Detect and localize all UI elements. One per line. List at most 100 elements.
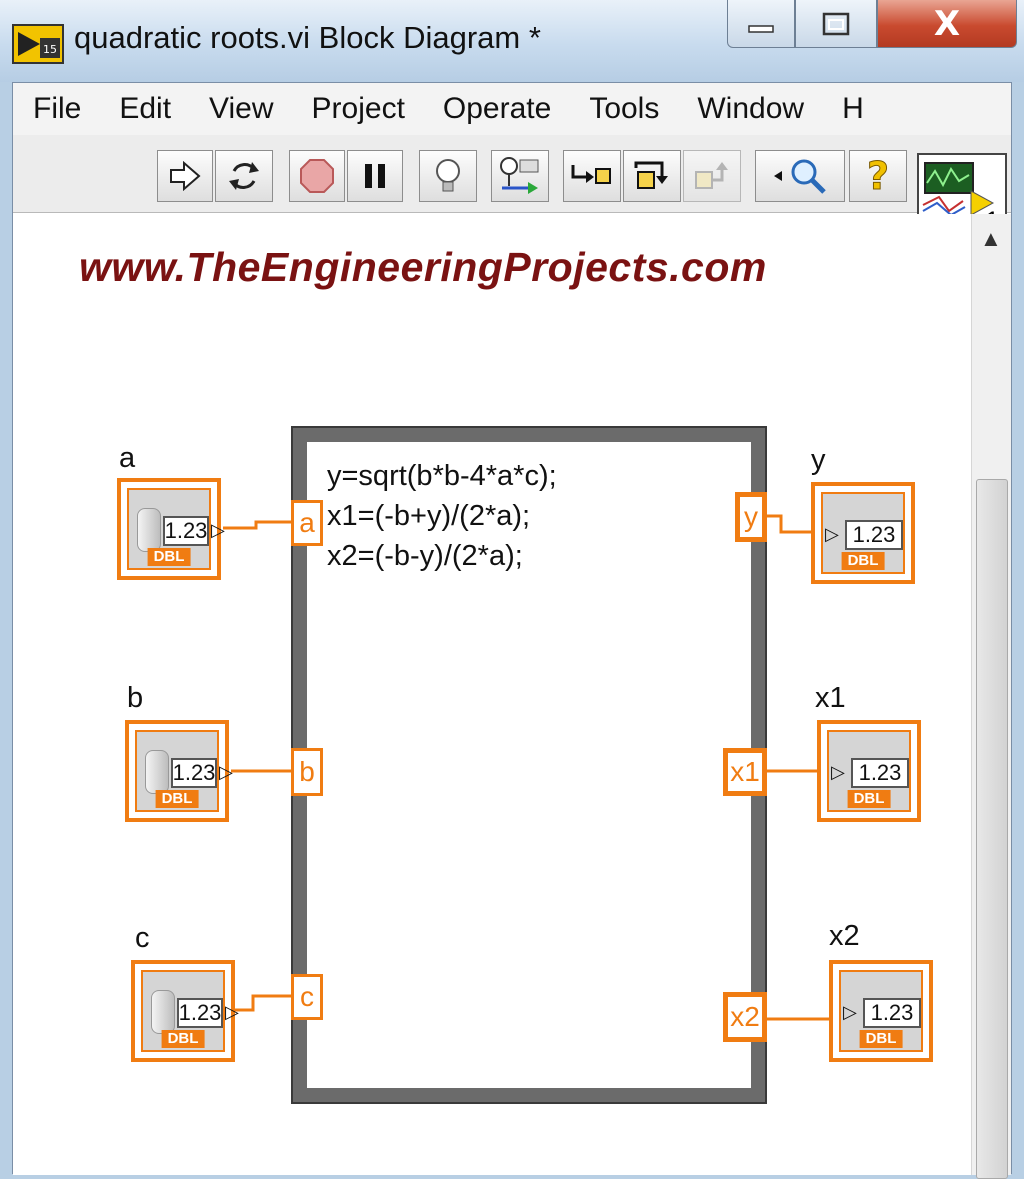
diagram-canvas[interactable]: www.TheEngineeringProjects.com y=sqrt(b*… xyxy=(13,214,971,1175)
terminal-body: 1.23 ▷ DBL xyxy=(127,488,225,570)
terminal-label-c: c xyxy=(135,922,150,954)
wire-y xyxy=(765,514,813,534)
menu-edit[interactable]: Edit xyxy=(119,92,171,126)
formula-line: y=sqrt(b*b-4*a*c); xyxy=(327,460,557,492)
terminal-label-a: a xyxy=(119,442,136,474)
menu-file[interactable]: File xyxy=(33,92,81,126)
terminal-body: ▷ 1.23 DBL xyxy=(827,730,911,812)
terminal-body: ▷ 1.23 DBL xyxy=(839,970,923,1052)
input-arrow-icon: ▷ xyxy=(843,1002,857,1022)
step-over-button[interactable] xyxy=(623,150,681,202)
indicator-terminal-y[interactable]: ▷ 1.23 DBL xyxy=(811,482,915,584)
output-arrow-icon: ▷ xyxy=(211,520,225,540)
title-bar: 15 quadratic roots.vi Block Diagram * X xyxy=(0,0,1024,82)
type-badge: DBL xyxy=(147,548,191,566)
vertical-scrollbar[interactable]: ▲ xyxy=(971,214,1011,1179)
type-badge: DBL xyxy=(161,1030,205,1048)
wire-c xyxy=(235,994,293,1012)
input-tunnel-a[interactable]: a xyxy=(291,500,323,546)
indicator-terminal-x1[interactable]: ▷ 1.23 DBL xyxy=(817,720,921,822)
wire-a xyxy=(223,520,293,530)
abort-button[interactable] xyxy=(289,150,345,202)
terminal-value: 1.23 xyxy=(163,516,209,546)
block-diagram-window: File Edit View Project Operate Tools Win… xyxy=(12,82,1012,1179)
output-tunnel-x2[interactable]: x2 xyxy=(723,992,767,1042)
search-icon xyxy=(774,159,826,194)
terminal-body: ▷ 1.23 DBL xyxy=(821,492,905,574)
maximize-icon xyxy=(822,12,850,35)
step-over-icon xyxy=(634,161,668,189)
window-title: quadratic roots.vi Block Diagram * xyxy=(74,20,541,55)
terminal-value: 1.23 xyxy=(171,758,217,788)
type-badge: DBL xyxy=(155,790,199,808)
toolbar: ? 1 xyxy=(13,135,1011,239)
scroll-up-arrow-icon[interactable]: ▲ xyxy=(980,226,1002,252)
control-terminal-a[interactable]: 1.23 ▷ DBL xyxy=(117,478,225,580)
menu-view[interactable]: View xyxy=(209,92,273,126)
step-into-button[interactable] xyxy=(563,150,621,202)
menu-help-partial[interactable]: H xyxy=(842,92,864,126)
pause-icon xyxy=(365,164,385,188)
terminal-label-x2: x2 xyxy=(829,920,860,952)
formula-line: x1=(-b+y)/(2*a); xyxy=(327,500,531,532)
minimize-icon xyxy=(748,24,774,33)
help-button[interactable]: ? xyxy=(849,150,907,202)
highlight-execution-button[interactable] xyxy=(419,150,477,202)
run-button[interactable] xyxy=(157,150,213,202)
input-tunnel-c[interactable]: c xyxy=(291,974,323,1020)
indicator-terminal-x2[interactable]: ▷ 1.23 DBL xyxy=(829,960,933,1062)
close-button[interactable]: X xyxy=(877,0,1017,48)
terminal-value: 1.23 xyxy=(851,758,909,788)
type-badge: DBL xyxy=(859,1030,903,1048)
step-into-icon xyxy=(571,165,611,184)
step-out-icon xyxy=(695,162,728,189)
run-arrow-icon xyxy=(170,161,201,191)
terminal-value: 1.23 xyxy=(863,998,921,1028)
terminal-body: 1.23 ▷ DBL xyxy=(135,730,233,812)
retain-wire-values-icon xyxy=(500,157,539,194)
step-out-button[interactable] xyxy=(683,150,741,202)
help-icon: ? xyxy=(866,154,890,199)
retain-wire-values-button[interactable] xyxy=(491,150,549,202)
input-arrow-icon: ▷ xyxy=(825,524,839,544)
formula-node[interactable]: y=sqrt(b*b-4*a*c); x1=(-b+y)/(2*a); x2=(… xyxy=(291,426,767,1104)
control-terminal-c[interactable]: 1.23 ▷ DBL xyxy=(131,960,239,1062)
terminal-label-y: y xyxy=(811,444,826,476)
output-tunnel-x1[interactable]: x1 xyxy=(723,748,767,796)
terminal-label-x1: x1 xyxy=(815,682,846,714)
svg-text:15: 15 xyxy=(43,43,57,56)
formula-code[interactable]: y=sqrt(b*b-4*a*c); x1=(-b+y)/(2*a); x2=(… xyxy=(327,456,557,576)
output-arrow-icon: ▷ xyxy=(225,1002,239,1022)
menu-operate[interactable]: Operate xyxy=(443,92,551,126)
output-arrow-icon: ▷ xyxy=(219,762,233,782)
menu-bar: File Edit View Project Operate Tools Win… xyxy=(13,83,1011,135)
terminal-label-b: b xyxy=(127,682,144,714)
terminal-body: 1.23 ▷ DBL xyxy=(141,970,239,1052)
terminal-value: 1.23 xyxy=(845,520,903,550)
output-tunnel-y[interactable]: y xyxy=(735,492,767,542)
increment-icon xyxy=(145,750,169,794)
formula-line: x2=(-b-y)/(2*a); xyxy=(327,540,523,572)
scroll-thumb[interactable] xyxy=(976,479,1008,1179)
increment-icon xyxy=(151,990,175,1034)
run-continuously-icon xyxy=(229,162,259,190)
close-icon: X xyxy=(933,3,961,44)
menu-project[interactable]: Project xyxy=(312,92,405,126)
labview-app-icon[interactable]: 15 xyxy=(12,24,64,64)
increment-icon xyxy=(137,508,161,552)
maximize-button[interactable] xyxy=(795,0,877,48)
pause-button[interactable] xyxy=(347,150,403,202)
abort-icon xyxy=(300,159,334,193)
type-badge: DBL xyxy=(847,790,891,808)
menu-window[interactable]: Window xyxy=(697,92,804,126)
control-terminal-b[interactable]: 1.23 ▷ DBL xyxy=(125,720,233,822)
menu-tools[interactable]: Tools xyxy=(589,92,659,126)
minimize-button[interactable] xyxy=(727,0,795,48)
search-button[interactable] xyxy=(755,150,845,202)
input-tunnel-b[interactable]: b xyxy=(291,748,323,796)
terminal-value: 1.23 xyxy=(177,998,223,1028)
type-badge: DBL xyxy=(841,552,885,570)
run-continuously-button[interactable] xyxy=(215,150,273,202)
highlight-execution-icon xyxy=(436,159,460,192)
input-arrow-icon: ▷ xyxy=(831,762,845,782)
